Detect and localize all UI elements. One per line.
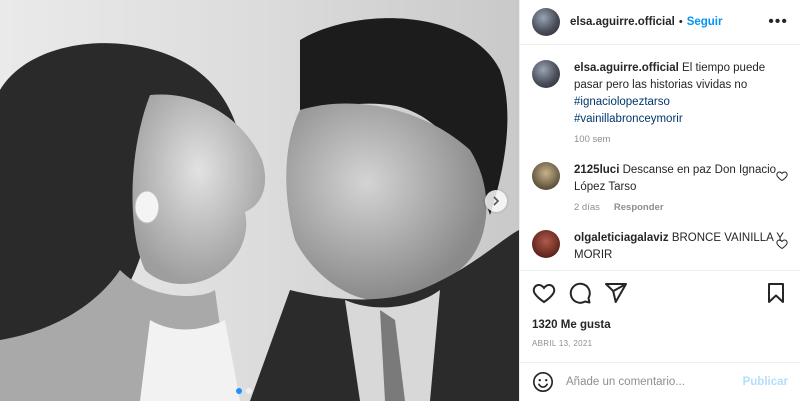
caption-timestamp[interactable]: 100 sem [574, 134, 610, 146]
comments-list[interactable]: elsa.aguirre.official El tiempo puede pa… [520, 46, 800, 269]
black-and-white-couple-photo [0, 0, 519, 401]
author-username[interactable]: elsa.aguirre.official [570, 16, 675, 28]
comment-username[interactable]: 2125luci [574, 164, 619, 176]
post-side-panel: elsa.aguirre.official • Seguir ••• elsa.… [519, 0, 800, 401]
list-item: olgaleticiagalaviz BRONCE VAINILLA Y MOR… [532, 230, 788, 264]
likes-count[interactable]: 1320 Me gusta [532, 319, 788, 331]
carousel-indicator [236, 388, 252, 394]
caption-avatar[interactable] [532, 60, 560, 88]
carousel-dot [236, 388, 242, 394]
reply-button[interactable]: Responder [614, 202, 664, 214]
bookmark-icon[interactable] [764, 281, 788, 305]
header-separator: • [678, 16, 683, 28]
instagram-post: elsa.aguirre.official • Seguir ••• elsa.… [0, 0, 800, 401]
like-comment-heart-icon[interactable] [776, 170, 788, 182]
author-avatar[interactable] [532, 8, 560, 36]
post-actions: 1320 Me gusta ABRIL 13, 2021 [520, 270, 800, 348]
next-photo-button[interactable] [485, 190, 507, 212]
publish-button[interactable]: Publicar [743, 376, 788, 388]
post-header: elsa.aguirre.official • Seguir ••• [520, 0, 800, 45]
chevron-right-icon [493, 196, 500, 206]
carousel-dot [246, 388, 252, 394]
caption: elsa.aguirre.official El tiempo puede pa… [532, 60, 788, 146]
comment-icon[interactable] [568, 281, 592, 305]
hashtag-link[interactable]: #vainillabronceymorir [574, 113, 683, 125]
heart-icon[interactable] [532, 281, 556, 305]
hashtag-link[interactable]: #ignaciolopeztarso [574, 96, 670, 108]
more-options-icon[interactable]: ••• [768, 13, 788, 31]
action-icons [532, 281, 788, 305]
emoji-icon[interactable] [532, 371, 554, 393]
commenter-avatar[interactable] [532, 230, 560, 258]
follow-button[interactable]: Seguir [687, 16, 723, 28]
share-icon[interactable] [604, 281, 628, 305]
like-comment-heart-icon[interactable] [776, 238, 788, 250]
comment-timestamp[interactable]: 2 días [574, 202, 600, 214]
list-item: 2125luci Descanse en paz Don Ignacio Lóp… [532, 162, 788, 214]
caption-username[interactable]: elsa.aguirre.official [574, 62, 679, 74]
comment-username[interactable]: olgaleticiagalaviz [574, 232, 669, 244]
post-date[interactable]: ABRIL 13, 2021 [532, 339, 788, 348]
commenter-avatar[interactable] [532, 162, 560, 190]
post-photo[interactable] [0, 0, 519, 401]
comment-input[interactable] [566, 376, 743, 388]
add-comment-bar: Publicar [520, 362, 800, 401]
